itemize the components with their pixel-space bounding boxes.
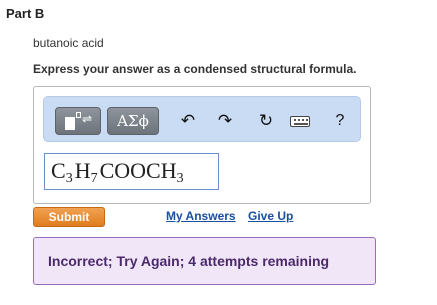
templates-icon xyxy=(65,117,75,130)
compound-name: butanoic acid xyxy=(33,36,104,50)
answer-part-2: H xyxy=(74,158,91,183)
submit-button[interactable]: Submit xyxy=(33,207,105,227)
answer-sub-3: 3 xyxy=(176,171,184,186)
give-up-link[interactable]: Give Up xyxy=(248,209,293,223)
answer-input[interactable]: C3H7COOCH3 xyxy=(44,153,219,190)
my-answers-link[interactable]: My Answers xyxy=(166,209,236,223)
undo-icon[interactable]: ↶ xyxy=(178,111,198,131)
feedback-message: Incorrect; Try Again; 4 attempts remaini… xyxy=(33,237,376,285)
part-title: Part B xyxy=(6,6,45,21)
answer-editor: ⇌ ΑΣϕ ↶ ↷ ↻ ? C3H7COOCH3 xyxy=(33,86,371,204)
answer-part-3: COOCH xyxy=(99,158,177,183)
answer-sub-2: 7 xyxy=(90,171,98,186)
redo-icon[interactable]: ↷ xyxy=(215,111,235,131)
reset-icon[interactable]: ↻ xyxy=(256,111,276,131)
editor-toolbar: ⇌ ΑΣϕ ↶ ↷ ↻ ? xyxy=(43,96,361,142)
answer-instruction: Express your answer as a condensed struc… xyxy=(33,62,357,76)
templates-button[interactable]: ⇌ xyxy=(55,107,101,135)
help-button[interactable]: ? xyxy=(330,111,350,131)
greek-symbols-button[interactable]: ΑΣϕ xyxy=(107,107,159,135)
keyboard-icon[interactable] xyxy=(288,111,312,131)
answer-sub-1: 3 xyxy=(65,171,73,186)
answer-part-1: C xyxy=(51,158,66,183)
